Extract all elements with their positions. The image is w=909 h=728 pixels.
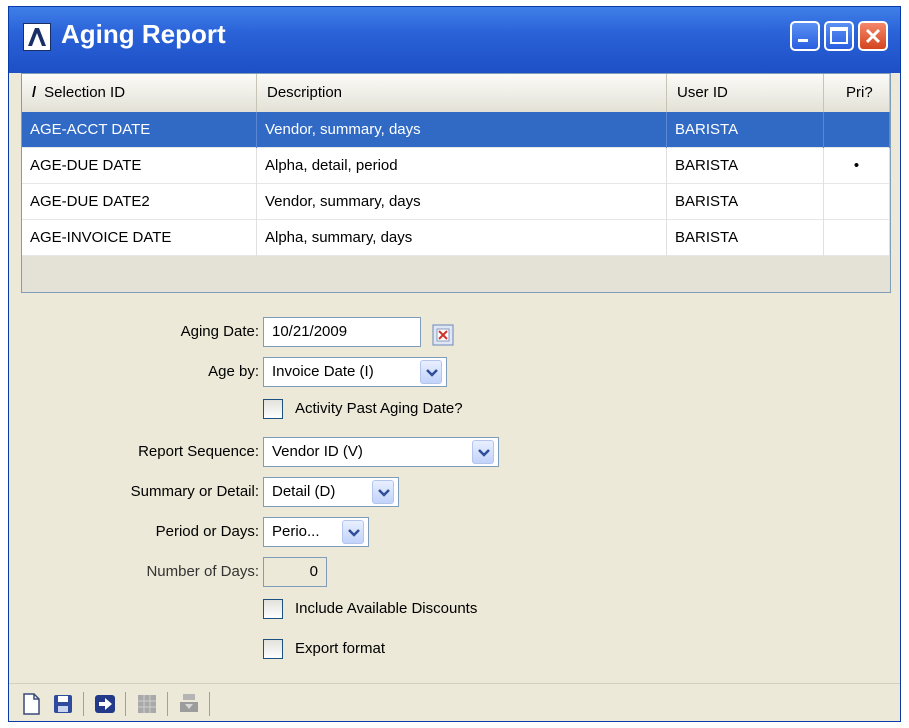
period-or-days-label: Period or Days: (155, 523, 259, 540)
summary-or-detail-label: Summary or Detail: (130, 483, 259, 500)
column-label-selection-id: Selection ID (44, 84, 126, 101)
cell-pri (824, 184, 890, 220)
cell-user-id: BARISTA (667, 184, 824, 220)
toolbar-separator (167, 692, 168, 716)
toolbar-separator (83, 692, 84, 716)
toolbar-separator (209, 692, 210, 716)
report-sequence-value: Vendor ID (V) (272, 443, 363, 460)
table-row[interactable]: AGE-INVOICE DATE Alpha, summary, days BA… (22, 220, 890, 256)
run-report-button[interactable] (93, 692, 117, 716)
age-by-value: Invoice Date (I) (272, 363, 374, 380)
selection-grid[interactable]: / Selection ID Description User ID Pri? A… (21, 73, 891, 293)
minimize-icon (798, 39, 808, 42)
cell-description: Alpha, detail, period (257, 148, 667, 184)
maximize-button[interactable] (824, 21, 854, 51)
cell-user-id: BARISTA (667, 148, 824, 184)
abstract-a-logo-icon (23, 23, 51, 51)
age-by-dropdown-button[interactable] (420, 360, 442, 384)
new-document-button[interactable] (19, 692, 43, 716)
summary-or-detail-select[interactable]: Detail (D) (263, 477, 399, 507)
grid-empty-area (22, 256, 890, 292)
report-sequence-label: Report Sequence: (138, 443, 259, 460)
activity-past-aging-date-checkbox[interactable] (263, 399, 283, 419)
grid-disabled-icon (138, 695, 156, 713)
maximize-icon (830, 27, 848, 44)
cell-pri (824, 112, 890, 148)
toolbar-separator (125, 692, 126, 716)
include-available-discounts-label: Include Available Discounts (295, 600, 478, 617)
run-arrow-icon (95, 695, 115, 713)
chevron-down-icon (478, 449, 490, 457)
cell-description: Alpha, summary, days (257, 220, 667, 256)
save-button[interactable] (51, 692, 75, 716)
export-format-checkbox[interactable] (263, 639, 283, 659)
grid-button (135, 692, 159, 716)
chevron-down-icon (348, 529, 360, 537)
period-or-days-value: Perio... (272, 523, 320, 540)
aging-date-input[interactable]: 10/21/2009 (263, 317, 421, 347)
window-title: Aging Report (61, 19, 226, 49)
table-row[interactable]: AGE-ACCT DATE Vendor, summary, days BARI… (22, 112, 890, 148)
chevron-down-icon (378, 489, 390, 497)
cell-selection-id: AGE-INVOICE DATE (22, 220, 257, 256)
grid-header: / Selection ID Description User ID Pri? (22, 74, 890, 113)
save-icon (54, 695, 72, 713)
include-available-discounts-checkbox[interactable] (263, 599, 283, 619)
period-or-days-dropdown-button[interactable] (342, 520, 364, 544)
age-by-select[interactable]: Invoice Date (I) (263, 357, 447, 387)
activity-past-aging-date-label: Activity Past Aging Date? (295, 400, 463, 417)
cell-selection-id: AGE-DUE DATE2 (22, 184, 257, 220)
period-or-days-select[interactable]: Perio... (263, 517, 369, 547)
print-button (177, 692, 201, 716)
sort-indicator: / (32, 84, 37, 101)
cell-selection-id: AGE-DUE DATE (22, 148, 257, 184)
aging-report-window: Aging Report / Selection ID Description (8, 6, 901, 722)
cell-description: Vendor, summary, days (257, 112, 667, 148)
print-disabled-icon (180, 694, 198, 712)
number-of-days-label: Number of Days: (146, 563, 259, 580)
chevron-down-icon (426, 369, 438, 377)
column-header-selection-id[interactable]: / Selection ID (22, 74, 257, 112)
report-sequence-select[interactable]: Vendor ID (V) (263, 437, 499, 467)
cell-pri (824, 220, 890, 256)
aging-date-label: Aging Date: (180, 323, 259, 340)
minimize-button[interactable] (790, 21, 820, 51)
cell-selection-id: AGE-ACCT DATE (22, 112, 257, 148)
close-icon (865, 28, 881, 44)
calendar-icon (432, 324, 454, 346)
summary-or-detail-dropdown-button[interactable] (372, 480, 394, 504)
column-header-user-id[interactable]: User ID (667, 74, 824, 112)
cell-user-id: BARISTA (667, 112, 824, 148)
cell-user-id: BARISTA (667, 220, 824, 256)
cell-description: Vendor, summary, days (257, 184, 667, 220)
new-document-icon (23, 693, 40, 715)
report-sequence-dropdown-button[interactable] (472, 440, 494, 464)
calendar-button[interactable] (431, 323, 455, 347)
table-row[interactable]: AGE-DUE DATE Alpha, detail, period BARIS… (22, 148, 890, 184)
summary-or-detail-value: Detail (D) (272, 483, 336, 500)
title-bar[interactable]: Aging Report (9, 7, 900, 73)
age-by-label: Age by: (208, 363, 259, 380)
cell-pri: • (824, 148, 890, 184)
number-of-days-input[interactable]: 0 (263, 557, 327, 587)
bottom-toolbar (9, 683, 900, 721)
export-format-label: Export format (295, 640, 386, 657)
table-row[interactable]: AGE-DUE DATE2 Vendor, summary, days BARI… (22, 184, 890, 220)
column-header-description[interactable]: Description (257, 74, 667, 112)
column-header-pri[interactable]: Pri? (824, 74, 890, 112)
close-button[interactable] (858, 21, 888, 51)
